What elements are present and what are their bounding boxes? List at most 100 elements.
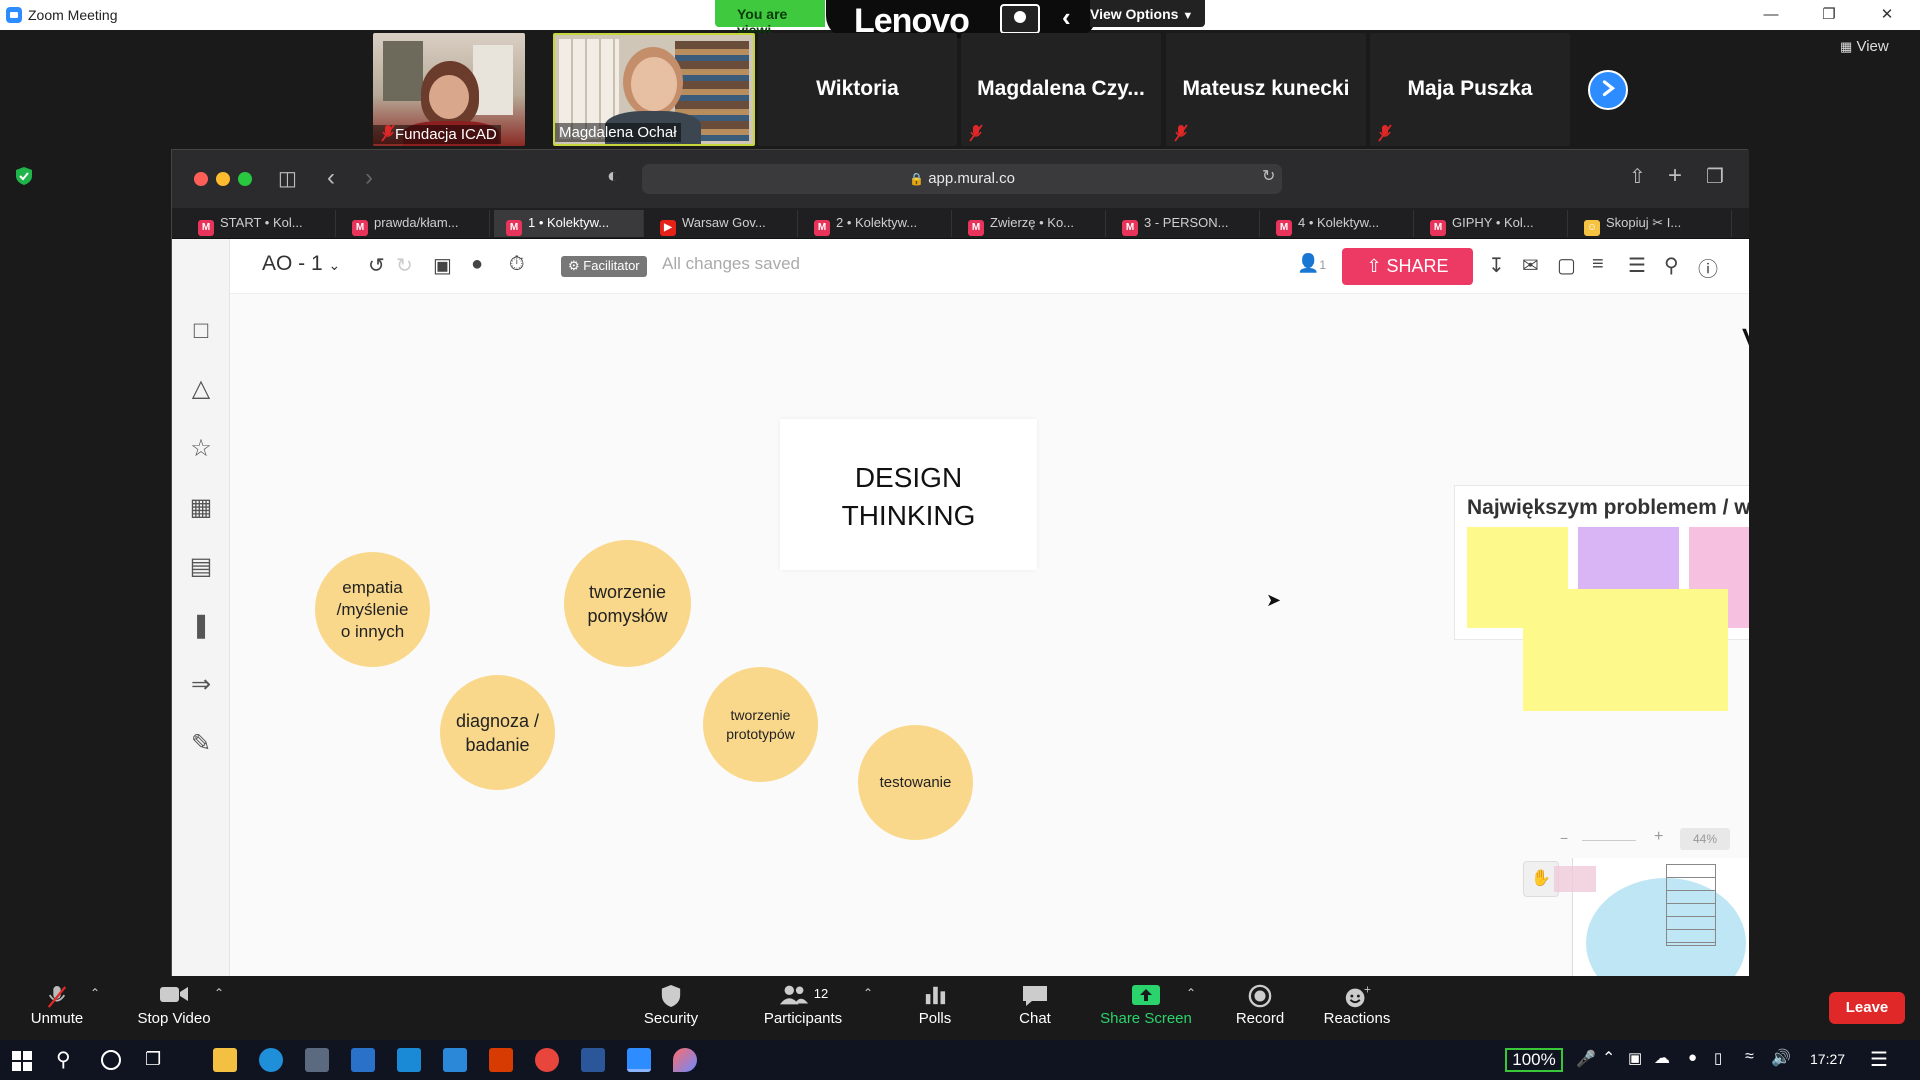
- chat-icon[interactable]: ✉: [1522, 253, 1539, 278]
- participant-tile-maja[interactable]: Maja Puszka: [1370, 33, 1570, 146]
- share-icon[interactable]: ⇧: [1629, 164, 1646, 189]
- onedrive-icon[interactable]: ☁: [1654, 1048, 1670, 1068]
- design-thinking-card[interactable]: DESIGN THINKING: [780, 419, 1037, 570]
- participant-tile-fundacja[interactable]: Fundacja ICAD: [373, 33, 525, 146]
- private-mode-icon[interactable]: ●: [471, 253, 483, 276]
- frameworks-icon[interactable]: ▦: [187, 494, 215, 522]
- cortana-icon[interactable]: [101, 1050, 121, 1070]
- url-bar[interactable]: 🔒 app.mural.co: [642, 164, 1282, 194]
- star-icon[interactable]: ☆: [187, 435, 215, 463]
- next-participants-button[interactable]: [1588, 70, 1628, 110]
- forward-icon[interactable]: ›: [365, 164, 373, 192]
- record-button[interactable]: Record: [1231, 976, 1289, 1040]
- sticky-note-yellow[interactable]: [1523, 589, 1728, 711]
- help-icon[interactable]: ⓘ: [1698, 253, 1718, 282]
- browser-tab[interactable]: Mprawda/kłam...: [340, 210, 490, 237]
- outline-icon[interactable]: ▣: [433, 253, 452, 278]
- image-icon[interactable]: ▤: [187, 553, 215, 581]
- reload-icon[interactable]: ↻: [1262, 166, 1275, 186]
- mail-icon[interactable]: [351, 1048, 375, 1072]
- participants-button[interactable]: 12 Participants: [757, 976, 849, 1040]
- stop-video-button[interactable]: Stop Video: [130, 976, 218, 1040]
- chat-button[interactable]: Chat: [1010, 976, 1060, 1040]
- circle-tworzenie-pomyslow[interactable]: tworzenie pomysłów: [564, 540, 691, 667]
- browser-tab[interactable]: M3 - PERSON...: [1110, 210, 1260, 237]
- participant-tile-magdalena-czy[interactable]: Magdalena Czy...: [961, 33, 1161, 146]
- chevron-left-icon[interactable]: ‹: [1062, 2, 1071, 33]
- restore-icon[interactable]: ❐: [1806, 4, 1852, 26]
- search-icon[interactable]: ⚲: [56, 1047, 71, 1072]
- timer-icon[interactable]: ⏱: [509, 253, 525, 276]
- back-icon[interactable]: ‹: [327, 164, 335, 192]
- camera-tray-icon[interactable]: ▣: [1628, 1049, 1642, 1067]
- sticky-note-icon[interactable]: □: [187, 317, 215, 345]
- search-icon[interactable]: ⚲: [1664, 253, 1679, 278]
- close-dot[interactable]: [194, 172, 208, 186]
- display-zoom-level[interactable]: 100%: [1505, 1048, 1563, 1072]
- participant-tile-mateusz[interactable]: Mateusz kunecki: [1166, 33, 1366, 146]
- paint-icon[interactable]: [673, 1048, 697, 1072]
- participants-chevron-icon[interactable]: ⌃: [863, 986, 873, 1000]
- store-icon[interactable]: [305, 1048, 329, 1072]
- close-icon[interactable]: ✕: [1864, 4, 1910, 26]
- audio-options-chevron-icon[interactable]: ⌃: [90, 986, 100, 1000]
- tray-expand-icon[interactable]: ⌃: [1602, 1048, 1615, 1068]
- encryption-shield-icon[interactable]: [14, 166, 34, 186]
- share-button[interactable]: ⇧ SHARE: [1342, 248, 1473, 285]
- browser-tab[interactable]: M GIPHY • Kol...: [1418, 210, 1568, 237]
- sidebar-icon[interactable]: ◫: [278, 166, 297, 191]
- zoom-taskbar-icon[interactable]: [627, 1048, 651, 1072]
- reactions-button[interactable]: + Reactions: [1321, 976, 1393, 1040]
- view-options-button[interactable]: View Options ▼: [1090, 0, 1205, 27]
- circle-diagnoza[interactable]: diagnoza / badanie: [440, 675, 555, 790]
- browser-tab-active[interactable]: M1 • Kolektyw...: [494, 210, 644, 237]
- share-options-chevron-icon[interactable]: ⌃: [1186, 986, 1196, 1000]
- minimize-icon[interactable]: —: [1748, 4, 1794, 26]
- circle-testowanie[interactable]: testowanie: [858, 725, 973, 840]
- browser-tab[interactable]: M4 • Kolektyw...: [1264, 210, 1414, 237]
- comments-icon[interactable]: ▢: [1557, 253, 1576, 278]
- library-icon[interactable]: ❚: [187, 612, 215, 640]
- windows-start-icon[interactable]: [12, 1051, 32, 1071]
- wifi-icon[interactable]: ≈: [1745, 1048, 1754, 1066]
- tab-overview-icon[interactable]: ❐: [1706, 164, 1724, 189]
- edge-icon[interactable]: [259, 1048, 283, 1072]
- browser-tab[interactable]: ☺ Skopiuj ✂ I...: [1572, 210, 1732, 237]
- view-layout-button[interactable]: ▦ View: [1840, 38, 1912, 66]
- system-clock[interactable]: 17:27: [1810, 1051, 1845, 1067]
- office-icon[interactable]: [489, 1048, 513, 1072]
- minimap[interactable]: [1548, 828, 1749, 977]
- privacy-shield-icon[interactable]: ◐: [607, 165, 619, 188]
- browser-tab[interactable]: M2 • Kolektyw...: [802, 210, 952, 237]
- browser-tab[interactable]: M Zwierzę • Ko...: [956, 210, 1106, 237]
- chrome-icon[interactable]: [535, 1048, 559, 1072]
- pencil-icon[interactable]: ✎: [187, 730, 215, 758]
- collaborators-icon[interactable]: 👤1: [1297, 253, 1326, 274]
- activity-icon[interactable]: ≡: [1592, 253, 1604, 276]
- circle-empatia[interactable]: empatia /myślenie o innych: [315, 552, 430, 667]
- video-options-chevron-icon[interactable]: ⌃: [214, 986, 224, 1000]
- battery-icon[interactable]: ▯: [1714, 1049, 1722, 1067]
- redo-icon[interactable]: ↻: [396, 253, 413, 278]
- security-button[interactable]: Security: [634, 976, 708, 1040]
- download-icon[interactable]: ↧: [1488, 253, 1505, 278]
- participant-tile-wiktoria[interactable]: Wiktoria: [758, 33, 957, 146]
- browser-tab[interactable]: ▶ Warsaw Gov...: [648, 210, 798, 237]
- mural-canvas[interactable]: DESIGN THINKING empatia /myślenie o inny…: [230, 294, 1749, 977]
- minimize-dot[interactable]: [216, 172, 230, 186]
- shapes-icon[interactable]: △: [187, 375, 215, 403]
- participant-tile-magdalena-ochal[interactable]: Magdalena Ochał: [553, 33, 755, 146]
- zoom-dot[interactable]: [238, 172, 252, 186]
- browser-tab[interactable]: M START • Kol...: [186, 210, 336, 237]
- notifications-icon[interactable]: ☰: [1870, 1047, 1888, 1072]
- task-view-icon[interactable]: ❐: [145, 1049, 161, 1070]
- outline-list-icon[interactable]: ☰: [1628, 253, 1646, 278]
- mic-tray-icon[interactable]: ●: [1688, 1049, 1697, 1066]
- board-name-dropdown[interactable]: AO - 1 ⌄: [262, 252, 340, 276]
- volume-icon[interactable]: 🔊: [1771, 1048, 1791, 1068]
- polls-button[interactable]: Polls: [903, 976, 967, 1040]
- circle-tworzenie-prototypow[interactable]: tworzenie prototypów: [703, 667, 818, 782]
- file-explorer-icon[interactable]: [213, 1048, 237, 1072]
- facilitator-badge[interactable]: ⚙ Facilitator: [561, 256, 647, 277]
- import-icon[interactable]: ⇒: [187, 671, 215, 699]
